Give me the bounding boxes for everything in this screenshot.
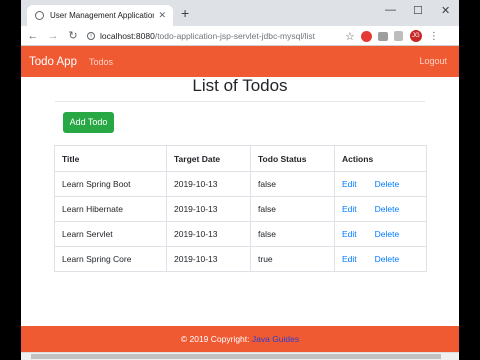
footer-link[interactable]: Java Guides [252, 334, 299, 344]
app-navbar: Todo App Todos Logout [21, 46, 459, 77]
edit-link[interactable]: Edit [342, 229, 357, 239]
todo-table: Title Target Date Todo Status Actions Le… [54, 145, 427, 272]
edit-link[interactable]: Edit [342, 204, 357, 214]
close-window-button[interactable]: ✕ [441, 4, 450, 17]
todo-actions: Edit Delete [334, 221, 427, 247]
brand-link[interactable]: Todo App [29, 56, 77, 68]
todo-actions: Edit Delete [334, 246, 427, 272]
page-title: List of Todos [192, 76, 288, 95]
footer-copyright: © 2019 Copyright: [180, 334, 252, 344]
table-header-row: Title Target Date Todo Status Actions [54, 145, 427, 172]
page-footer: © 2019 Copyright: Java Guides [21, 326, 459, 352]
todo-status: true [250, 246, 335, 272]
delete-link[interactable]: Delete [375, 254, 400, 264]
table-row: Learn Spring Core 2019-10-13 true Edit De… [54, 246, 427, 272]
delete-link[interactable]: Delete [375, 229, 400, 239]
tab-close-icon[interactable]: ✕ [158, 10, 166, 21]
extension-icon[interactable] [360, 30, 372, 42]
globe-icon [35, 11, 44, 20]
reload-button[interactable]: ↻ [65, 29, 81, 42]
toolbar-actions: ☆ JG ⋮ [345, 29, 439, 43]
horizontal-scrollbar[interactable] [21, 352, 459, 360]
new-tab-button[interactable]: + [181, 6, 189, 20]
todos-nav-link[interactable]: Todos [89, 57, 113, 67]
todo-title: Learn Hibernate [54, 196, 167, 222]
address-bar[interactable]: i localhost:8080/todo-application-jsp-se… [87, 28, 387, 44]
url-host: localhost:8080 [100, 31, 155, 41]
back-button[interactable]: ← [25, 30, 41, 42]
profile-avatar[interactable]: JG [409, 30, 422, 42]
todo-date: 2019-10-13 [166, 221, 251, 247]
column-header-status: Todo Status [250, 145, 335, 172]
todo-title: Learn Spring Boot [54, 171, 167, 197]
edit-link[interactable]: Edit [342, 179, 357, 189]
todo-title: Learn Servlet [54, 221, 167, 247]
browser-window: User Management Application ✕ + — ☐ ✕ ← … [21, 0, 459, 360]
tab-title: User Management Application [50, 11, 155, 20]
url-path: /todo-application-jsp-servlet-jdbc-mysql… [154, 31, 315, 41]
todo-status: false [250, 196, 335, 222]
todo-status: false [250, 221, 335, 247]
tab-strip: User Management Application ✕ + — ☐ ✕ [21, 0, 459, 26]
table-row: Learn Servlet 2019-10-13 false Edit Delet… [54, 221, 427, 247]
column-header-target-date: Target Date [166, 145, 251, 172]
todo-actions: Edit Delete [334, 171, 427, 197]
info-icon[interactable]: i [87, 32, 95, 40]
extension-icon-2[interactable] [393, 31, 403, 41]
todo-date: 2019-10-13 [166, 196, 251, 222]
logout-link[interactable]: Logout [419, 56, 447, 66]
maximize-button[interactable]: ☐ [413, 4, 423, 17]
delete-link[interactable]: Delete [375, 204, 400, 214]
browser-toolbar: ← → ↻ i localhost:8080/todo-application-… [21, 26, 459, 46]
todo-date: 2019-10-13 [166, 246, 251, 272]
divider [55, 101, 425, 102]
scrollbar-thumb[interactable] [31, 354, 441, 359]
browser-menu-icon[interactable]: ⋮ [429, 31, 439, 42]
column-header-title: Title [54, 145, 167, 172]
edit-link[interactable]: Edit [342, 254, 357, 264]
todo-status: false [250, 171, 335, 197]
column-header-actions: Actions [334, 145, 427, 172]
todo-date: 2019-10-13 [166, 171, 251, 197]
bookmark-star-icon[interactable]: ☆ [345, 30, 355, 43]
add-todo-button[interactable]: Add Todo [63, 112, 114, 133]
delete-link[interactable]: Delete [375, 179, 400, 189]
browser-tab[interactable]: User Management Application ✕ [27, 5, 173, 26]
minimize-button[interactable]: — [385, 4, 396, 16]
table-row: Learn Hibernate 2019-10-13 false Edit Del… [54, 196, 427, 222]
todo-actions: Edit Delete [334, 196, 427, 222]
forward-button[interactable]: → [45, 30, 61, 42]
todo-title: Learn Spring Core [54, 246, 167, 272]
table-row: Learn Spring Boot 2019-10-13 false Edit D… [54, 171, 427, 197]
camera-extension-icon[interactable] [377, 31, 388, 41]
